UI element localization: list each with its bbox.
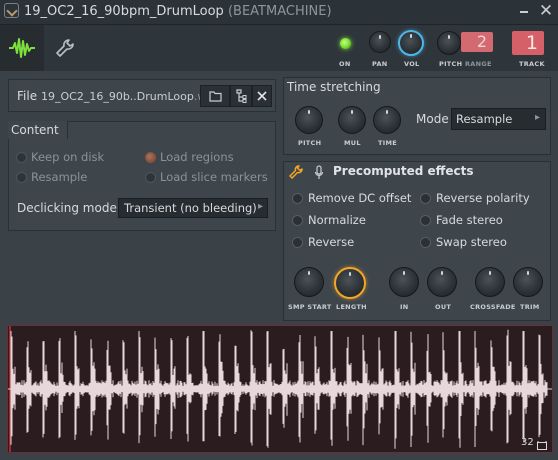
fade-stereo-radio[interactable]	[420, 215, 431, 226]
wrench-icon	[289, 165, 303, 179]
close-icon	[257, 91, 267, 101]
mode-label: Mode	[416, 112, 449, 126]
fade-out-label: OUT	[435, 303, 452, 311]
settings-tab[interactable]	[54, 37, 76, 63]
remove-dc-offset-label[interactable]: Remove DC offset	[308, 191, 411, 205]
crossfade-knob[interactable]	[475, 267, 505, 297]
load-regions-radio[interactable]	[145, 152, 156, 163]
content-title: Content	[8, 121, 68, 139]
ts-time-knob[interactable]	[373, 106, 401, 134]
remove-dc-offset-radio[interactable]	[292, 193, 303, 204]
normalize-label[interactable]: Normalize	[308, 213, 366, 227]
pitch-label: PITCH	[439, 60, 463, 68]
volume-knob[interactable]	[398, 30, 424, 56]
fade-out-knob[interactable]	[427, 267, 457, 297]
ts-mul-label: MUL	[344, 139, 361, 147]
wrench-icon	[56, 39, 74, 57]
crossfade-label: CROSSFADE	[470, 303, 516, 311]
waveform-peaks	[10, 329, 548, 449]
sample-tab[interactable]	[0, 25, 44, 71]
pin-icon	[314, 165, 324, 179]
pan-knob[interactable]	[369, 31, 391, 53]
title-plugin: (BEATMACHINE)	[227, 4, 332, 19]
precomputed-effects-title: Precomputed effects	[333, 164, 474, 178]
vol-label: VOL	[404, 60, 420, 68]
folder-icon	[209, 91, 222, 102]
trim-knob[interactable]	[513, 267, 543, 297]
load-slice-markers-label[interactable]: Load slice markers	[160, 170, 268, 184]
browser-icon	[236, 89, 247, 103]
ts-pitch-label: PITCH	[298, 139, 322, 147]
length-label: LENGTH	[336, 303, 367, 311]
waveform-icon	[9, 38, 35, 58]
effects-pin-button[interactable]	[314, 165, 324, 185]
load-slice-markers-radio[interactable]	[145, 172, 156, 183]
resample-label[interactable]: Resample	[31, 170, 87, 184]
ts-pitch-knob[interactable]	[295, 106, 323, 134]
minimize-button[interactable]	[517, 4, 531, 18]
declicking-mode-select[interactable]: Transient (no bleeding)	[118, 198, 268, 218]
file-label: File	[17, 89, 38, 103]
file-name: 19_OC2_16_90b..DrumLoop.wav	[41, 90, 220, 103]
mode-select[interactable]: Resample	[451, 108, 546, 130]
zoom-value: 32	[521, 437, 534, 448]
sample-start-label: SMP START	[288, 303, 332, 311]
ts-mul-knob[interactable]	[338, 106, 366, 134]
fade-in-knob[interactable]	[389, 267, 419, 297]
resample-radio[interactable]	[16, 172, 27, 183]
reverse-polarity-radio[interactable]	[420, 193, 431, 204]
keep-on-disk-label[interactable]: Keep on disk	[31, 150, 104, 164]
fade-in-label: IN	[400, 303, 409, 311]
effects-settings-button[interactable]	[288, 164, 304, 184]
fade-stereo-label[interactable]: Fade stereo	[436, 213, 503, 227]
range-label: RANGE	[465, 60, 492, 68]
keep-on-disk-radio[interactable]	[16, 152, 27, 163]
waveform-display[interactable]	[7, 325, 553, 453]
reverse-polarity-label[interactable]: Reverse polarity	[436, 191, 530, 205]
time-stretching-title: Time stretching	[287, 80, 381, 94]
range-value[interactable]: 2	[461, 32, 493, 52]
reverse-label[interactable]: Reverse	[308, 235, 354, 249]
pan-label: PAN	[372, 60, 388, 68]
close-button[interactable]: ✕	[537, 1, 555, 21]
sample-start-knob[interactable]	[294, 267, 324, 297]
track-label: TRACK	[519, 60, 545, 68]
load-regions-label[interactable]: Load regions	[160, 150, 234, 164]
window-title: 19_OC2_16_90bpm_DrumLoop (BEATMACHINE)	[24, 4, 332, 19]
trim-label: TRIM	[520, 303, 540, 311]
ts-time-label: TIME	[378, 139, 397, 147]
file-basename: 19_OC2_16_90b..DrumLoop	[41, 90, 194, 103]
swap-stereo-radio[interactable]	[420, 237, 431, 248]
clear-file-button[interactable]	[252, 85, 272, 107]
title-file: 19_OC2_16_90bpm_DrumLoop	[24, 4, 224, 19]
waveform-graph	[8, 326, 552, 452]
locate-file-button[interactable]	[230, 85, 252, 107]
reverse-radio[interactable]	[292, 237, 303, 248]
on-toggle-led[interactable]	[340, 38, 351, 49]
waveform-peaks-path	[10, 329, 548, 449]
normalize-radio[interactable]	[292, 215, 303, 226]
pitch-knob[interactable]	[437, 31, 461, 55]
length-knob[interactable]	[334, 267, 366, 299]
track-value[interactable]: 1	[512, 31, 544, 55]
zoom-icon	[537, 441, 547, 450]
on-label: ON	[339, 60, 351, 68]
zoom-button[interactable]	[536, 437, 548, 456]
open-file-button[interactable]	[200, 85, 230, 107]
window-menu-icon[interactable]	[4, 3, 19, 18]
declicking-mode-label: Declicking mode	[17, 201, 117, 215]
swap-stereo-label[interactable]: Swap stereo	[436, 235, 507, 249]
